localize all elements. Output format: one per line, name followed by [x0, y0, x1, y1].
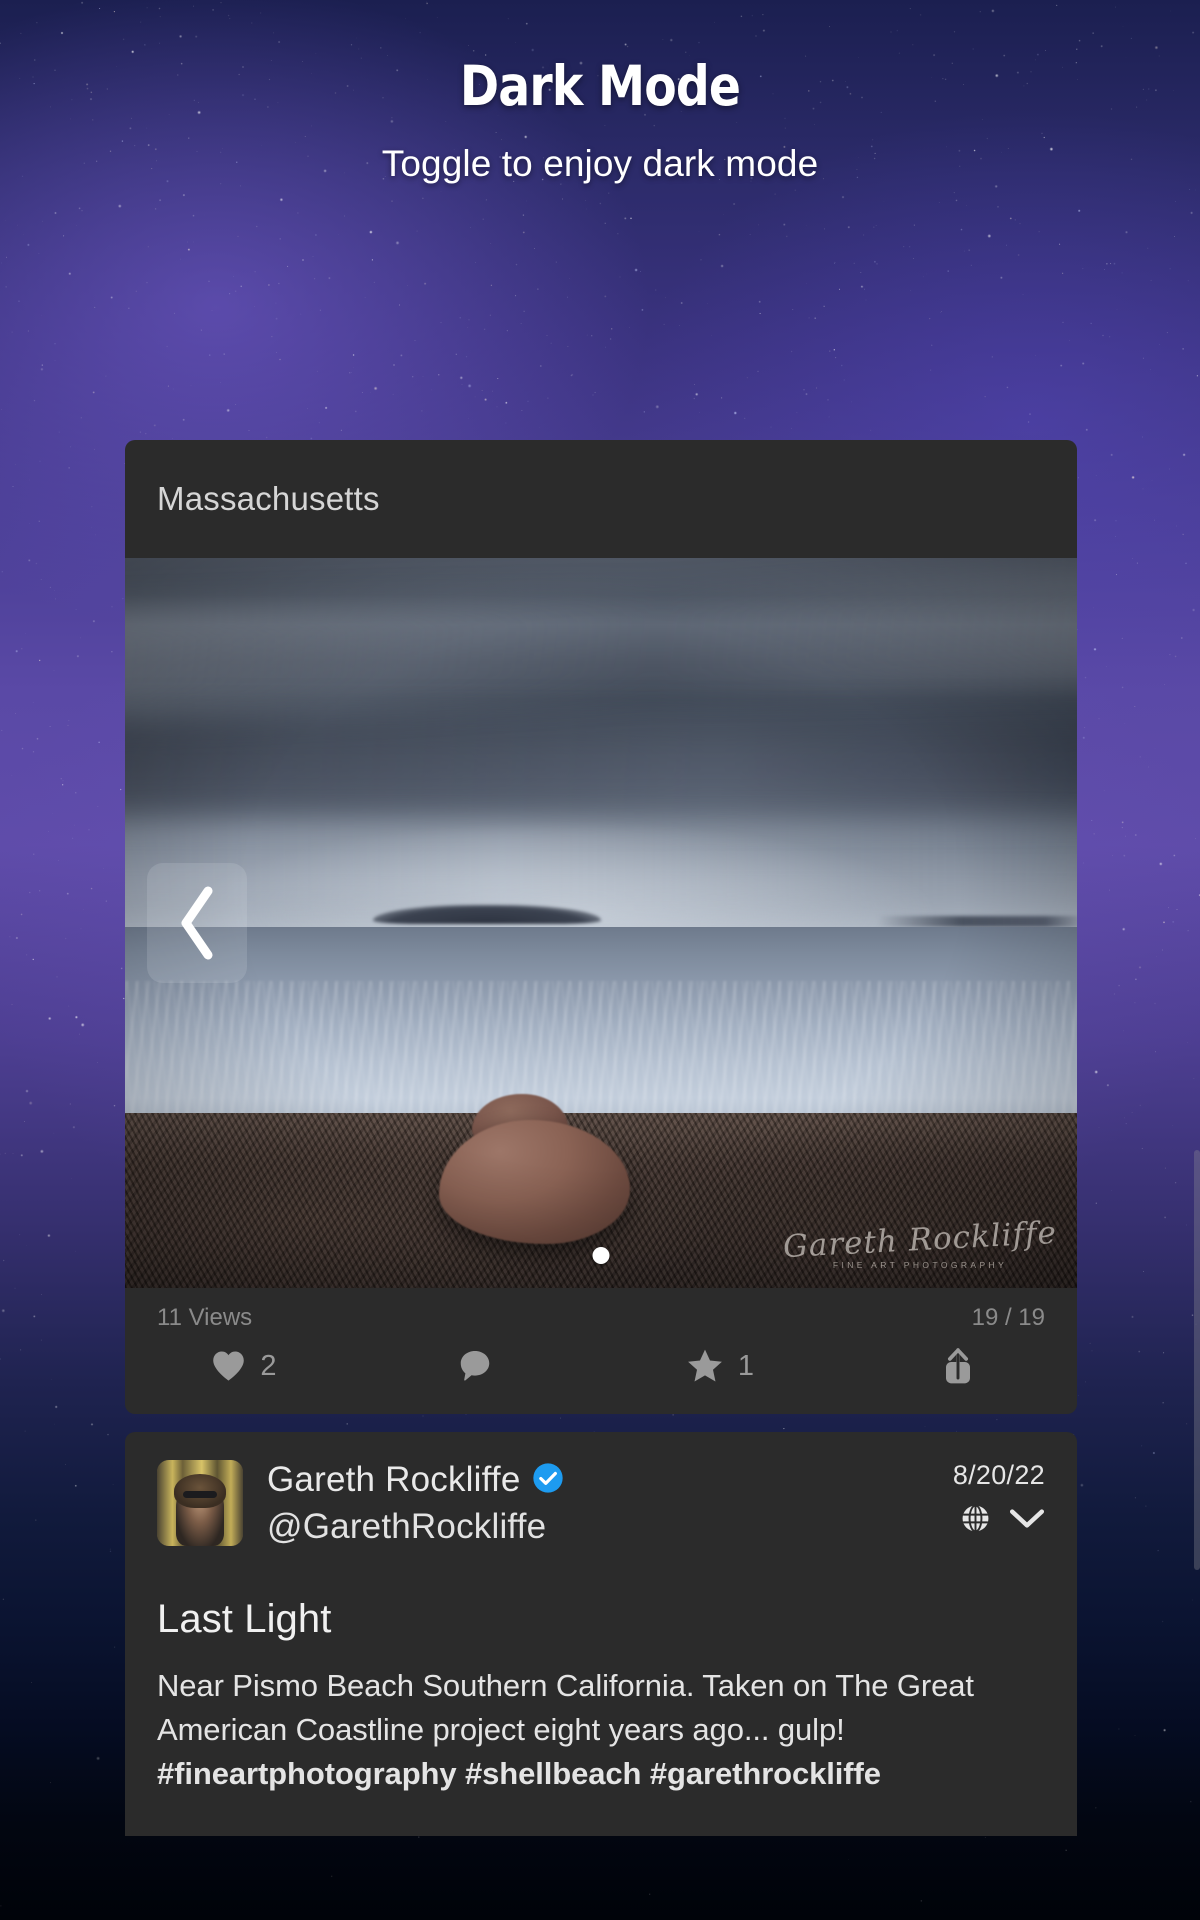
carousel-dot-1[interactable]: [593, 1247, 610, 1264]
display-name-row: Gareth Rockliffe: [267, 1460, 941, 1500]
avatar[interactable]: [157, 1460, 243, 1546]
post-body: Near Pismo Beach Southern California. Ta…: [157, 1664, 1045, 1796]
post-header: Gareth Rockliffe @GarethRockliffe 8/20/2…: [157, 1460, 1045, 1547]
post-title: Last Light: [157, 1597, 1045, 1642]
like-count: 2: [260, 1350, 276, 1383]
like-button[interactable]: 2: [125, 1350, 363, 1383]
stats-action-row: 2 1: [125, 1340, 1077, 1386]
photo-viewer[interactable]: Gareth Rockliffe FINE ART PHOTOGRAPHY: [125, 558, 1077, 1288]
heart-icon: [211, 1350, 246, 1382]
star-icon: [686, 1348, 724, 1384]
post-hashtags[interactable]: #fineartphotography #shellbeach #garethr…: [157, 1756, 881, 1791]
stats-bar: 11 Views 19 / 19 2 1: [125, 1288, 1077, 1414]
page-subtitle: Toggle to enjoy dark mode: [0, 143, 1200, 185]
share-up-arrow-icon: [940, 1346, 976, 1386]
post-meta-icons: [953, 1503, 1045, 1539]
scrollbar[interactable]: [1194, 1150, 1200, 1570]
photo-vignette: [125, 558, 1077, 1288]
post-meta: 8/20/22: [953, 1460, 1045, 1539]
chevron-down-icon[interactable]: [1009, 1506, 1045, 1537]
star-count: 1: [738, 1350, 754, 1383]
page-header: Dark Mode Toggle to enjoy dark mode: [0, 58, 1200, 185]
author-name-block: Gareth Rockliffe @GarethRockliffe: [267, 1460, 941, 1547]
post-body-text: Near Pismo Beach Southern California. Ta…: [157, 1668, 974, 1747]
comment-bubble-icon: [457, 1348, 493, 1384]
views-label: 11 Views: [157, 1304, 252, 1332]
share-button[interactable]: [839, 1346, 1077, 1386]
media-card: Massachusetts Gareth Rockliffe FINE ART …: [125, 440, 1077, 1414]
stats-meta-row: 11 Views 19 / 19: [125, 1304, 1077, 1340]
chevron-left-icon[interactable]: [147, 863, 247, 983]
card-header: Massachusetts: [125, 440, 1077, 558]
star-button[interactable]: 1: [601, 1348, 839, 1384]
location-title: Massachusetts: [157, 480, 380, 518]
post-date: 8/20/22: [953, 1460, 1045, 1491]
verified-badge-icon: [532, 1462, 564, 1499]
comment-button[interactable]: [363, 1348, 601, 1384]
avatar-glasses: [183, 1491, 217, 1498]
author-handle[interactable]: @GarethRockliffe: [267, 1507, 941, 1547]
page-title: Dark Mode: [84, 58, 1116, 116]
photo-counter: 19 / 19: [972, 1304, 1045, 1332]
globe-icon[interactable]: [960, 1503, 991, 1539]
post-panel: Gareth Rockliffe @GarethRockliffe 8/20/2…: [125, 1432, 1077, 1836]
author-display-name[interactable]: Gareth Rockliffe: [267, 1460, 521, 1500]
